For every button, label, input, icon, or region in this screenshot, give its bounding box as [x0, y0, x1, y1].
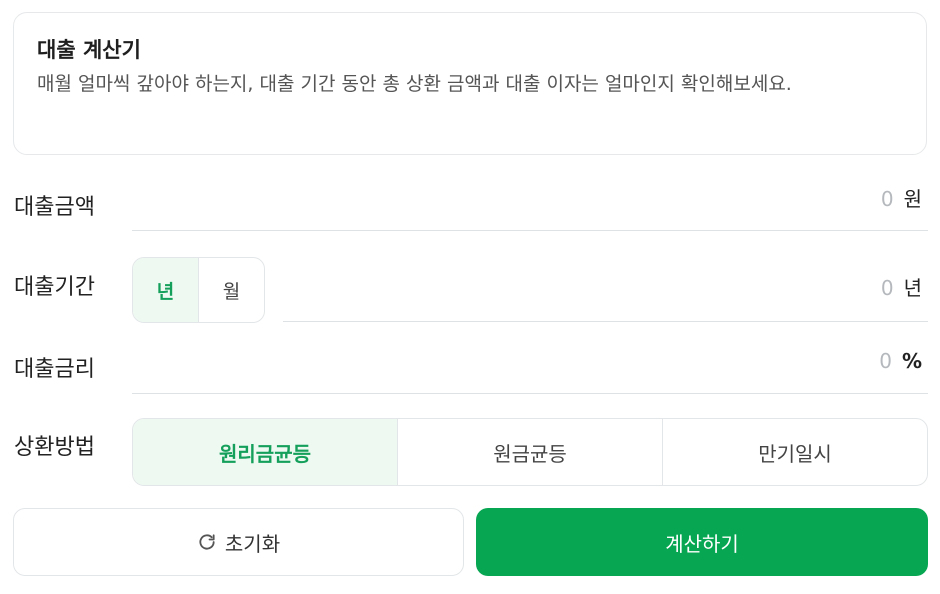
amount-unit: 원	[903, 187, 922, 211]
repayment-option-bullet[interactable]: 만기일시	[662, 419, 927, 485]
period-unit-month[interactable]: 월	[198, 258, 264, 322]
amount-label: 대출금액	[14, 195, 95, 220]
period-unit-year[interactable]: 년	[133, 258, 198, 322]
rate-input[interactable]: 0 %	[879, 346, 922, 376]
repayment-option-equal-principal[interactable]: 원금균등	[397, 419, 662, 485]
amount-input[interactable]: 0 원	[881, 184, 922, 214]
rate-value[interactable]: 0	[879, 346, 892, 376]
repayment-label: 상환방법	[14, 435, 95, 460]
period-input[interactable]: 0 년	[881, 273, 922, 303]
amount-field-underline	[132, 230, 928, 231]
info-description: 매월 얼마씩 갚아야 하는지, 대출 기간 동안 총 상환 금액과 대출 이자는…	[37, 73, 792, 95]
repayment-method-toggle: 원리금균등 원금균등 만기일시	[132, 418, 928, 486]
period-unit-toggle: 년 월	[132, 257, 265, 323]
period-field-underline	[283, 321, 928, 322]
calculate-button-label: 계산하기	[665, 531, 739, 556]
rate-unit: %	[901, 349, 922, 373]
amount-value[interactable]: 0	[881, 184, 894, 214]
rate-label: 대출금리	[14, 357, 95, 382]
calculate-button[interactable]: 계산하기	[476, 508, 928, 576]
repayment-option-equal-payment[interactable]: 원리금균등	[133, 419, 397, 485]
reset-button[interactable]: 초기화	[13, 508, 464, 576]
info-title: 대출 계산기	[37, 38, 141, 62]
refresh-icon	[197, 532, 217, 552]
reset-button-label: 초기화	[224, 531, 281, 556]
info-card: 대출 계산기 매월 얼마씩 갚아야 하는지, 대출 기간 동안 총 상환 금액과…	[13, 12, 927, 155]
period-unit: 년	[903, 276, 922, 300]
rate-field-underline	[132, 393, 928, 394]
period-value[interactable]: 0	[881, 273, 894, 303]
period-label: 대출기간	[14, 275, 95, 300]
